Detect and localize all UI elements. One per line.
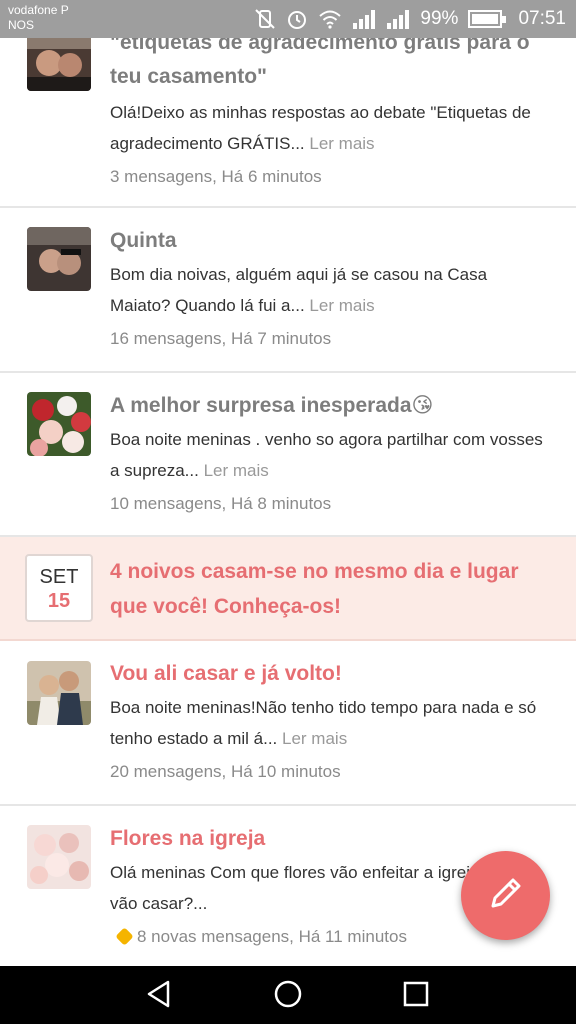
avatar (27, 661, 91, 725)
topic-snippet: Bom dia noivas, alguém aqui já se casou … (110, 259, 552, 321)
list-item[interactable]: A melhor surpresa inesperada😘 Boa noite … (0, 373, 576, 537)
snippet-text: Boa noite meninas . venho so agora parti… (110, 430, 543, 480)
alarm-icon (286, 8, 308, 30)
topic-meta: 16 mensagens, Há 7 minutos (110, 329, 332, 348)
back-button[interactable] (139, 976, 179, 1016)
kiss-emoji-icon: 😘 (411, 394, 434, 417)
topic-snippet: Boa noite meninas!Não tenho tido tempo p… (110, 692, 552, 754)
read-more-link[interactable]: Ler mais (282, 729, 347, 748)
compose-button[interactable] (461, 851, 550, 940)
topic-meta: 10 mensagens, Há 8 minutos (110, 494, 332, 513)
topic-meta: 20 mensagens, Há 10 minutos (110, 762, 341, 781)
carrier-line-2: NOS (8, 18, 35, 32)
date-day: 15 (47, 590, 71, 612)
list-item[interactable]: Quinta Bom dia noivas, alguém aqui já se… (0, 208, 576, 373)
avatar (27, 825, 91, 889)
list-item[interactable]: Vou ali casar e já volto! Boa noite meni… (0, 641, 576, 806)
topic-snippet: Olá!Deixo as minhas respostas ao debate … (110, 97, 552, 159)
battery-percent: 99% (420, 8, 459, 29)
signal-icon (352, 9, 376, 29)
battery-icon (468, 10, 507, 28)
avatar (27, 227, 91, 291)
avatar (27, 392, 91, 456)
topic-meta-text: 8 novas mensagens, Há 11 minutos (137, 927, 407, 946)
date-badge: SET 15 (25, 554, 93, 622)
read-more-link[interactable]: Ler mais (204, 461, 269, 480)
carrier-label: vodafone P NOS (8, 3, 69, 33)
pencil-icon (487, 874, 525, 917)
topic-meta: 3 mensagens, Há 6 minutos (110, 167, 322, 186)
topic-snippet: Boa noite meninas . venho so agora parti… (110, 424, 552, 486)
status-bar: vodafone P NOS 99% 07:51 (0, 0, 576, 38)
read-more-link[interactable]: Ler mais (309, 296, 374, 315)
promo-banner[interactable]: SET 15 4 noivos casam-se no mesmo dia e … (0, 537, 576, 641)
status-icons: 99% 07:51 (254, 0, 566, 38)
new-messages-icon (115, 927, 134, 946)
home-button[interactable] (268, 976, 308, 1016)
forum-feed: "etiquetas de agradecimento grátis para … (0, 0, 576, 966)
signal-2-icon (386, 9, 410, 29)
back-icon (144, 979, 174, 1014)
date-month: SET (39, 566, 79, 588)
topic-title-text: A melhor surpresa inesperada (110, 394, 412, 417)
topic-title[interactable]: Quinta (110, 224, 552, 258)
recents-icon (401, 979, 431, 1014)
recents-button[interactable] (396, 976, 436, 1016)
snippet-text: Bom dia noivas, alguém aqui já se casou … (110, 265, 488, 315)
carrier-line-1: vodafone P (8, 3, 69, 17)
read-more-link[interactable]: Ler mais (309, 134, 374, 153)
topic-title[interactable]: Vou ali casar e já volto! (110, 657, 552, 691)
wifi-icon (318, 9, 342, 29)
vibrate-off-icon (254, 8, 276, 30)
system-nav-bar (0, 966, 576, 1024)
promo-title[interactable]: 4 noivos casam-se no mesmo dia e lugar q… (110, 554, 556, 624)
topic-title[interactable]: Flores na igreja (110, 822, 552, 856)
topic-title[interactable]: A melhor surpresa inesperada😘 (110, 389, 552, 423)
home-icon (273, 979, 303, 1014)
clock: 07:51 (518, 8, 566, 29)
